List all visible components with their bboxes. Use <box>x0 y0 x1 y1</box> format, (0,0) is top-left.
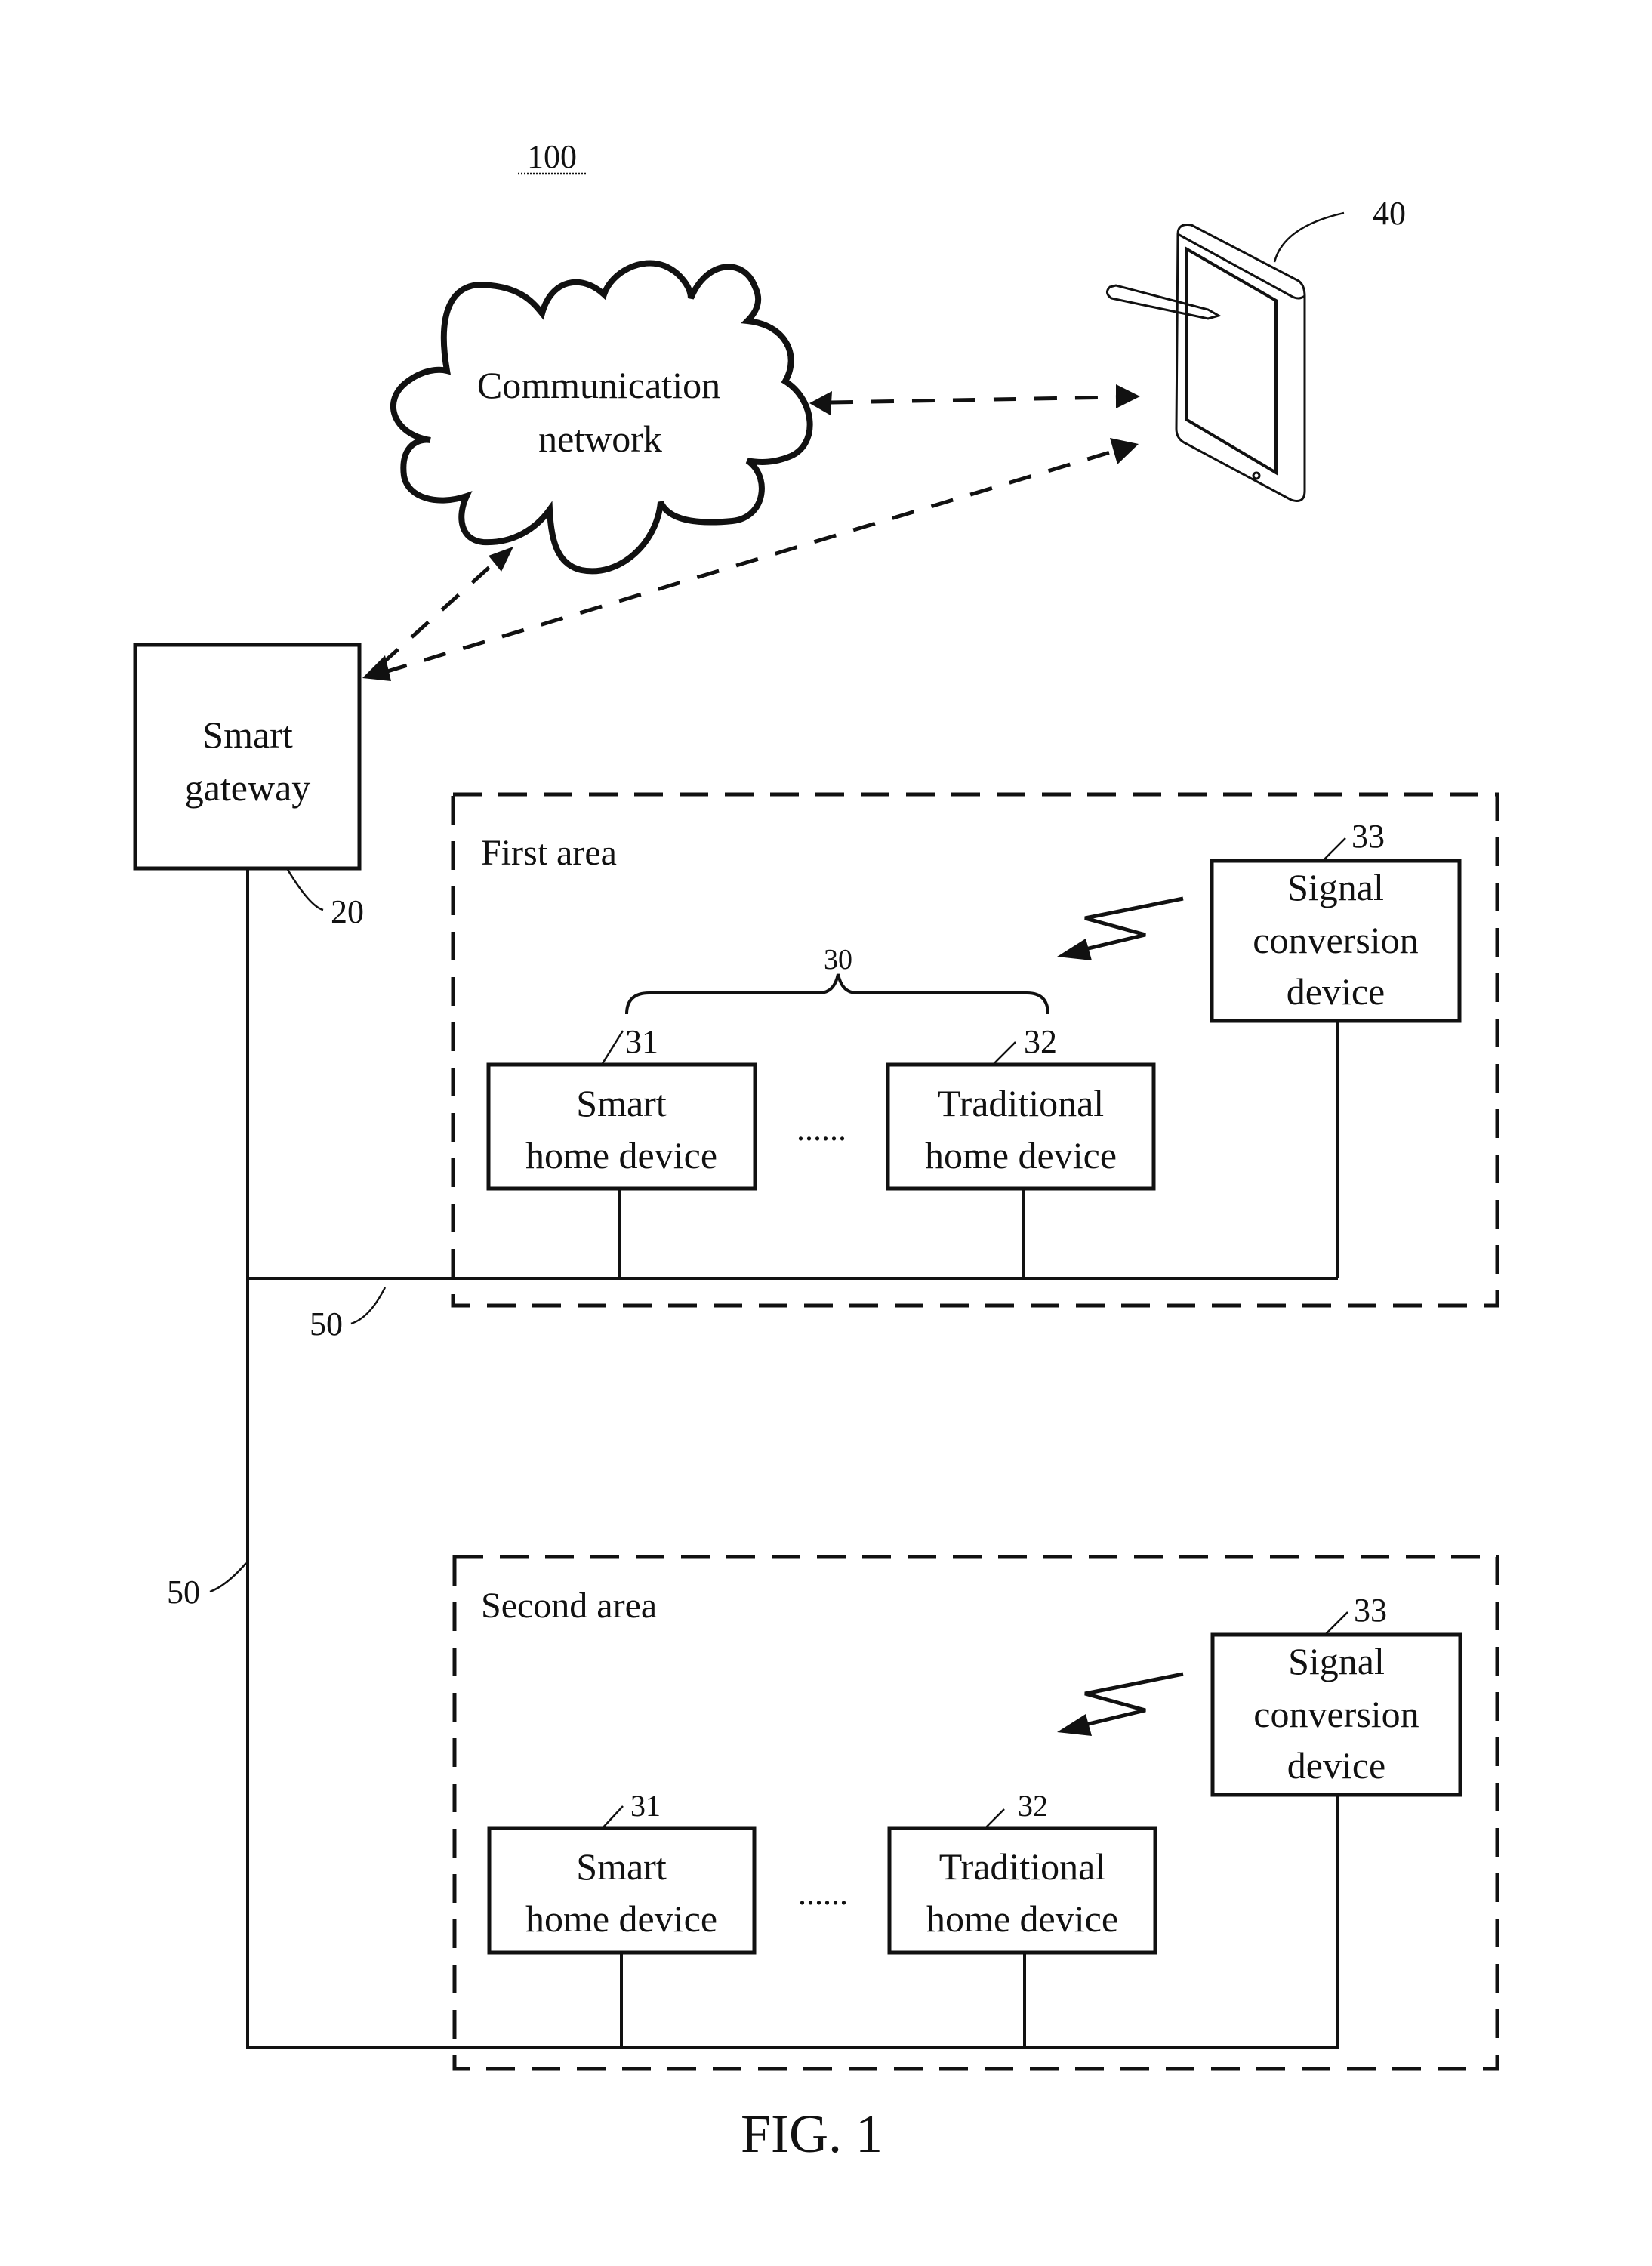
traditional-device-line1: Traditional <box>938 1082 1104 1124</box>
converter-line1: Signal <box>1288 1640 1385 1682</box>
smart-home-device: Smart home device 31 <box>487 1789 757 2048</box>
gateway-label-line2: gateway <box>185 766 311 809</box>
traditional-device-line2: home device <box>925 1134 1117 1176</box>
traditional-home-device: Traditional home device 32 <box>887 1789 1157 2048</box>
device-group-brace <box>625 973 1049 1015</box>
smart-device-leader <box>602 1805 624 1829</box>
smart-device-leader <box>600 1030 624 1065</box>
smart-device-line1: Smart <box>576 1082 667 1124</box>
smart-device-line2: home device <box>525 1898 717 1940</box>
bus-leader-vertical <box>209 1562 247 1593</box>
arrowhead-icon <box>1116 384 1140 408</box>
converter-line3: device <box>1287 1744 1385 1787</box>
smart-home-device: Smart home device 31 <box>486 1023 757 1278</box>
smart-device-ref: 31 <box>625 1023 658 1060</box>
converter-ref: 33 <box>1351 818 1385 855</box>
smart-device-line1: Smart <box>576 1845 667 1888</box>
communication-network-cloud: Communication network <box>390 260 813 575</box>
figure-caption: FIG. 1 <box>741 2104 883 2164</box>
traditional-home-device: Traditional home device 32 <box>886 1023 1156 1278</box>
converter-leader <box>1324 1611 1348 1636</box>
signal-conversion-device: Signal conversion device 33 <box>1210 1592 1462 1797</box>
wireless-signal-icon <box>1057 896 1184 960</box>
traditional-device-ref: 32 <box>1018 1789 1048 1823</box>
first-area-title: First area <box>481 833 617 873</box>
arrowhead-icon <box>809 391 832 415</box>
converter-line3: device <box>1287 970 1385 1013</box>
device-ellipsis: ...... <box>798 1875 848 1912</box>
second-area-title: Second area <box>481 1586 657 1626</box>
bus-leader-horizontal <box>350 1287 387 1325</box>
traditional-device-line1: Traditional <box>939 1845 1105 1888</box>
smart-device-line2: home device <box>525 1134 717 1176</box>
terminal-ref: 40 <box>1373 195 1406 232</box>
smart-device-ref: 31 <box>630 1789 661 1823</box>
wireless-signal-icon <box>1057 1672 1184 1736</box>
converter-ref: 33 <box>1354 1592 1387 1629</box>
gateway-ref: 20 <box>331 893 364 930</box>
figure-reference: 100 <box>518 138 586 175</box>
device-group-ref: 30 <box>824 944 852 976</box>
traditional-device-line2: home device <box>926 1898 1118 1940</box>
bus-ref-vertical: 50 <box>167 1574 200 1611</box>
figure-reference-number: 100 <box>527 138 577 175</box>
bus-ref-horizontal: 50 <box>310 1306 343 1343</box>
traditional-device-leader <box>992 1041 1016 1065</box>
gateway-label-line1: Smart <box>202 714 293 756</box>
smart-gateway: Smart gateway 20 <box>133 643 364 930</box>
converter-line1: Signal <box>1287 866 1384 908</box>
arrowhead-icon <box>1110 438 1139 464</box>
mobile-terminal: 40 <box>1106 195 1406 502</box>
link-cloud-terminal <box>830 395 1118 405</box>
network-label-line1: Communication <box>477 364 720 406</box>
traditional-device-leader <box>985 1808 1005 1829</box>
network-label-line2: network <box>538 418 662 460</box>
device-ellipsis: ...... <box>797 1111 846 1148</box>
first-area: First area 30 Smart home device 31 .....… <box>451 792 1499 1308</box>
arrowhead-icon <box>489 547 513 572</box>
bus-main-line <box>246 868 1339 2049</box>
smartphone-with-stylus-icon <box>1106 224 1306 502</box>
terminal-leader-line <box>1273 211 1345 263</box>
converter-leader <box>1322 837 1346 862</box>
link-gateway-cloud <box>380 561 496 666</box>
system-diagram: 100 Communication network 40 Smart gatew… <box>133 138 1499 2164</box>
second-area: Second area Smart home device 31 ...... … <box>452 1555 1499 2071</box>
gateway-leader-line <box>285 868 324 911</box>
converter-line2: conversion <box>1253 1693 1419 1735</box>
converter-line2: conversion <box>1253 919 1418 961</box>
traditional-device-ref: 32 <box>1024 1023 1057 1060</box>
signal-conversion-device: Signal conversion device 33 <box>1210 818 1462 1278</box>
